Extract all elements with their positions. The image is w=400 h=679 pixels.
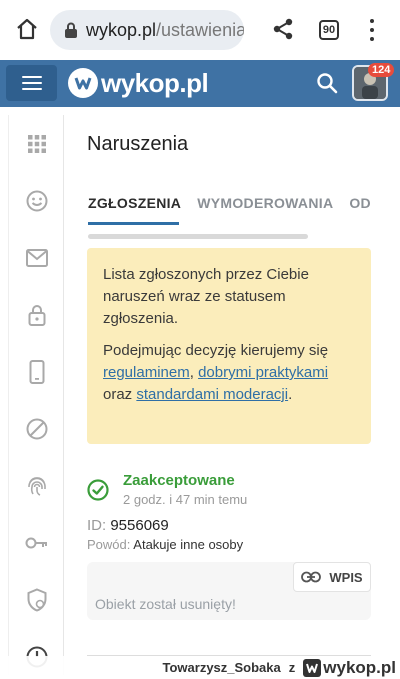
home-icon[interactable] bbox=[10, 12, 44, 46]
notification-badge: 124 bbox=[368, 63, 395, 77]
share-icon[interactable] bbox=[270, 16, 296, 42]
main-content: Naruszenia ZGŁOSZENIA WYMODEROWANIA OD Lis… bbox=[64, 115, 394, 675]
wykop-logo-icon bbox=[303, 658, 322, 677]
wykop-logo-icon bbox=[68, 68, 98, 98]
entry-button-label: WPIS bbox=[329, 569, 363, 585]
rules-link[interactable]: regulaminem bbox=[103, 364, 190, 381]
grid-icon[interactable] bbox=[9, 115, 64, 172]
fingerprint-icon[interactable] bbox=[9, 457, 64, 514]
watermark-logo: wykop.pl bbox=[303, 658, 396, 678]
mail-icon[interactable] bbox=[9, 229, 64, 286]
report-time: 2 godz. i 47 min temu bbox=[123, 492, 248, 507]
link-icon bbox=[301, 571, 322, 583]
report-id-value: 9556069 bbox=[110, 517, 169, 534]
tab-bar: ZGŁOSZENIA WYMODEROWANIA OD bbox=[88, 195, 394, 213]
notice-rules-text: Podejmując decyzję kierujemy się regulam… bbox=[103, 342, 329, 403]
tabs-count-button[interactable]: 90 bbox=[319, 20, 339, 40]
check-circle-icon bbox=[87, 479, 109, 501]
tab-moderations[interactable]: WYMODEROWANIA bbox=[197, 195, 333, 211]
reported-object-preview: WPIS Obiekt został usunięty! bbox=[87, 562, 371, 620]
report-id: ID: 9556069 bbox=[87, 517, 169, 534]
report-reason-value: Atakuje inne osoby bbox=[133, 537, 244, 552]
shield-icon[interactable] bbox=[9, 571, 64, 628]
search-icon[interactable] bbox=[316, 72, 338, 94]
hamburger-menu-icon[interactable] bbox=[6, 65, 57, 101]
entry-link-button[interactable]: WPIS bbox=[293, 562, 371, 592]
logo-text: wykop.pl bbox=[101, 67, 209, 98]
block-icon[interactable] bbox=[9, 400, 64, 457]
site-header: wykop.pl bbox=[0, 60, 400, 107]
watermark-user: Towarzysz_Sobaka bbox=[162, 660, 281, 675]
tab-appeals[interactable]: OD bbox=[349, 195, 371, 211]
page-title: Naruszenia bbox=[87, 133, 189, 155]
key-icon[interactable] bbox=[9, 514, 64, 571]
report-status: Zaakceptowane bbox=[123, 472, 235, 489]
url-path: /ustawienia bbox=[156, 19, 244, 40]
tabs-scrollbar[interactable] bbox=[88, 234, 308, 239]
lock-icon bbox=[65, 22, 77, 38]
more-vert-icon[interactable] bbox=[364, 16, 380, 44]
watermark-logo-text: wykop.pl bbox=[323, 657, 396, 677]
site-logo[interactable]: wykop.pl bbox=[68, 67, 209, 98]
browser-toolbar: wykop.pl/ustawienia 90 bbox=[0, 0, 400, 60]
notice-text: Lista zgłoszonych przez Ciebie naruszeń … bbox=[103, 266, 309, 327]
moderation-standards-link[interactable]: standardami moderacji bbox=[136, 386, 288, 403]
good-practices-link[interactable]: dobrymi praktykami bbox=[198, 364, 328, 381]
url-host: wykop.pl bbox=[86, 19, 157, 40]
settings-sidebar bbox=[8, 115, 64, 675]
smiley-icon[interactable] bbox=[9, 172, 64, 229]
info-notice: Lista zgłoszonych przez Ciebie naruszeń … bbox=[87, 248, 371, 444]
watermark-connector: z bbox=[288, 660, 296, 675]
lock-icon[interactable] bbox=[9, 286, 64, 343]
removed-object-text: Obiekt został usunięty! bbox=[95, 596, 236, 612]
active-tab-indicator bbox=[88, 222, 179, 225]
report-reason: Powód: Atakuje inne osoby bbox=[87, 537, 244, 552]
tab-reports[interactable]: ZGŁOSZENIA bbox=[88, 195, 181, 211]
address-bar[interactable]: wykop.pl/ustawienia bbox=[50, 10, 244, 50]
screenshot-watermark: Towarzysz_Sobaka z wykop.pl bbox=[0, 656, 400, 679]
phone-icon[interactable] bbox=[9, 343, 64, 400]
